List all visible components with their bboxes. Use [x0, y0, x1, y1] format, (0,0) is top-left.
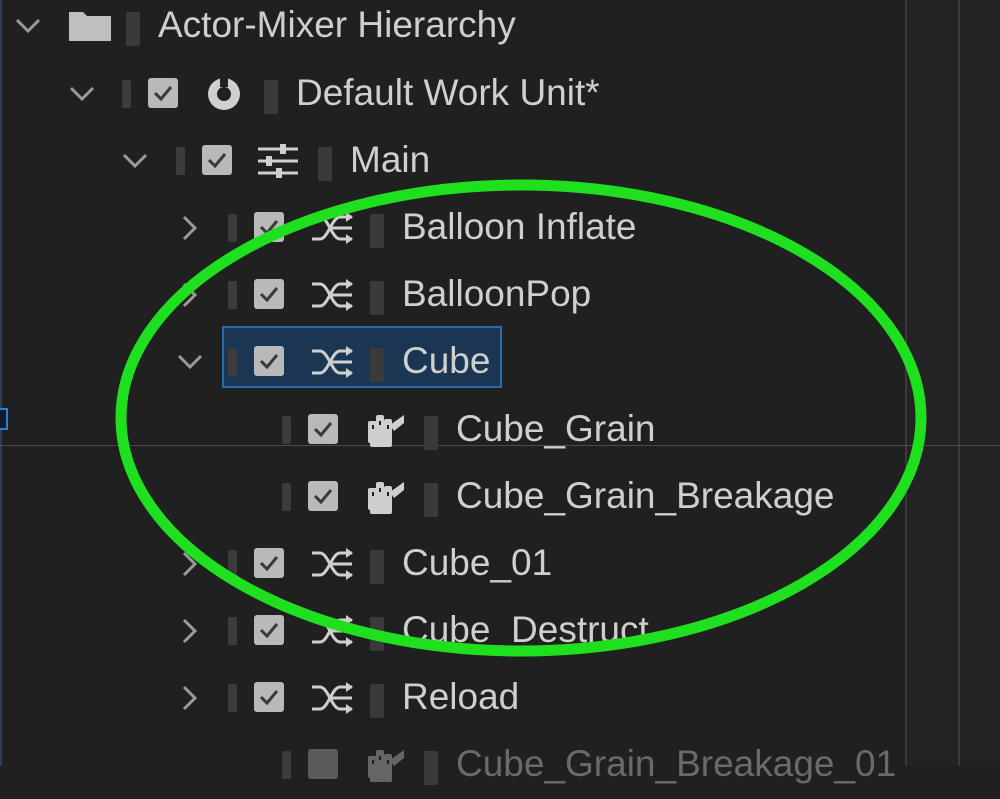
tree-row[interactable]: Cube_Grain [0, 398, 900, 464]
tree-row[interactable]: BalloonPop [0, 263, 900, 329]
chevron-down-icon[interactable] [115, 141, 155, 181]
tree-row-main[interactable]: Main [0, 129, 900, 195]
checkbox[interactable] [308, 414, 338, 444]
color-slot[interactable] [370, 281, 384, 315]
tree-label: BalloonPop [402, 273, 592, 314]
divider [958, 0, 960, 766]
color-slot[interactable] [228, 281, 237, 309]
tree-row-root[interactable]: Actor-Mixer Hierarchy [0, 0, 900, 60]
color-slot[interactable] [370, 617, 384, 651]
divider [905, 0, 907, 766]
tree-label: Default Work Unit* [296, 72, 600, 113]
color-slot[interactable] [424, 416, 438, 450]
tree-label: Reload [402, 676, 520, 717]
tree-row-work-unit[interactable]: Default Work Unit* [0, 62, 900, 128]
tree-label: Main [350, 139, 431, 180]
color-slot[interactable] [424, 751, 438, 785]
checkbox[interactable] [254, 548, 284, 578]
tree-label: Balloon Inflate [402, 206, 637, 247]
chevron-down-icon[interactable] [62, 74, 102, 114]
tree-label: Cube_Destruct [402, 609, 649, 650]
checkbox[interactable] [308, 749, 338, 779]
checkbox[interactable] [202, 145, 232, 175]
color-slot[interactable] [228, 214, 237, 242]
checkbox[interactable] [254, 212, 284, 242]
color-slot[interactable] [228, 617, 237, 645]
chevron-down-icon[interactable] [170, 342, 210, 382]
random-container-icon [310, 611, 354, 651]
tree-row[interactable]: Balloon Inflate [0, 196, 900, 262]
color-slot[interactable] [370, 348, 384, 382]
tree-label: Cube [402, 340, 491, 381]
tree-row[interactable]: Cube_01 [0, 532, 900, 598]
sound-sfx-icon [364, 745, 408, 785]
color-slot[interactable] [126, 12, 140, 46]
tree-row[interactable]: Reload [0, 666, 900, 732]
color-slot[interactable] [228, 684, 237, 712]
color-slot[interactable] [424, 483, 438, 517]
checkbox[interactable] [254, 279, 284, 309]
chevron-right-icon[interactable] [170, 275, 210, 315]
tree-label: Cube_Grain_Breakage [456, 475, 835, 516]
tree-label: Cube_Grain_Breakage_01 [456, 743, 897, 784]
checkbox[interactable] [254, 682, 284, 712]
chevron-right-icon[interactable] [170, 678, 210, 718]
checkbox[interactable] [148, 78, 178, 108]
actor-mixer-icon [256, 141, 300, 181]
checkbox[interactable] [254, 346, 284, 376]
color-slot[interactable] [228, 348, 237, 376]
random-container-icon [310, 275, 354, 315]
work-unit-icon [202, 74, 246, 114]
tree-row[interactable]: Cube [0, 326, 900, 396]
tree-row[interactable]: Cube_Grain_Breakage [0, 465, 900, 531]
random-container-icon [310, 678, 354, 718]
chevron-right-icon[interactable] [170, 544, 210, 584]
tree-row[interactable]: Cube_Destruct [0, 599, 900, 665]
color-slot[interactable] [282, 416, 291, 444]
color-slot[interactable] [370, 550, 384, 584]
chevron-down-icon[interactable] [8, 6, 48, 46]
sound-sfx-icon [364, 477, 408, 517]
color-slot[interactable] [318, 147, 332, 181]
checkbox[interactable] [254, 615, 284, 645]
checkbox[interactable] [308, 481, 338, 511]
tree-label: Cube_01 [402, 542, 553, 583]
color-slot[interactable] [282, 751, 291, 779]
sound-sfx-icon [364, 410, 408, 450]
tree-label: Cube_Grain [456, 408, 656, 449]
tree-row[interactable]: Cube_Grain_Breakage_01 [0, 733, 900, 799]
color-slot[interactable] [122, 80, 131, 108]
color-slot[interactable] [370, 684, 384, 718]
folder-icon [68, 8, 112, 42]
random-container-icon [310, 342, 354, 382]
color-slot[interactable] [264, 80, 278, 114]
chevron-right-icon[interactable] [170, 611, 210, 651]
color-slot[interactable] [176, 147, 185, 175]
color-slot[interactable] [282, 483, 291, 511]
random-container-icon [310, 208, 354, 248]
random-container-icon [310, 544, 354, 584]
scrollbar-track[interactable] [905, 0, 1000, 766]
color-slot[interactable] [228, 550, 237, 578]
chevron-right-icon[interactable] [170, 208, 210, 248]
color-slot[interactable] [370, 214, 384, 248]
tree-label: Actor-Mixer Hierarchy [158, 4, 516, 45]
